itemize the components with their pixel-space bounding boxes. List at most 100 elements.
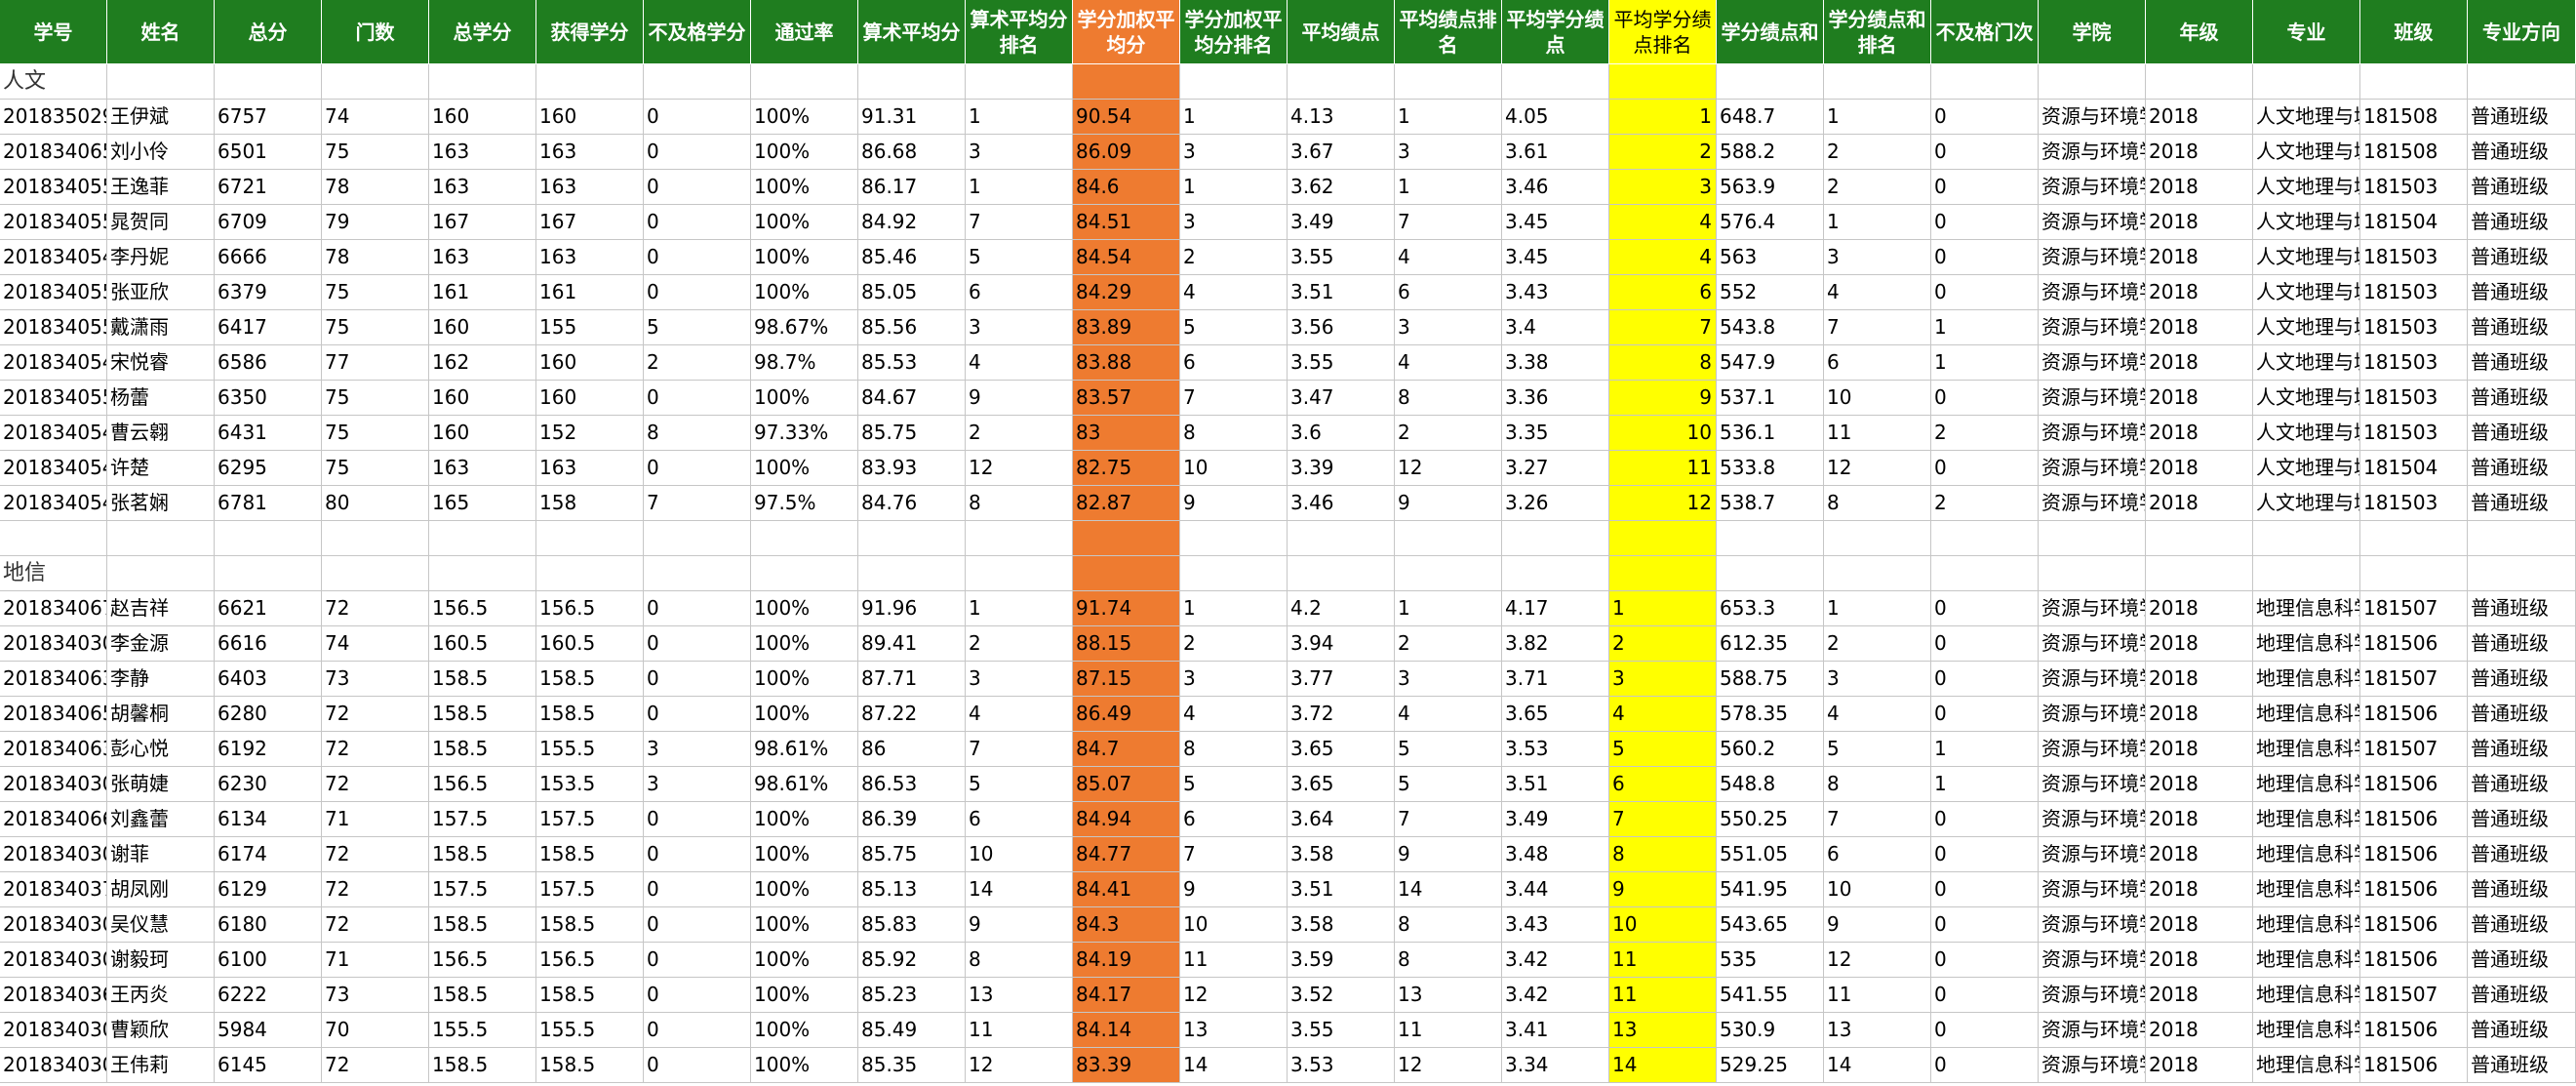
table-cell[interactable] (107, 521, 215, 556)
table-cell[interactable]: 3 (1180, 205, 1288, 240)
table-cell[interactable]: 201834030 (0, 1013, 107, 1048)
table-cell[interactable]: 100% (751, 240, 858, 275)
table-cell[interactable]: 普通班级 (2468, 135, 2576, 170)
table-cell[interactable]: 3.64 (1288, 802, 1395, 837)
table-cell[interactable] (1931, 521, 2039, 556)
table-cell[interactable]: 0 (644, 451, 751, 486)
table-cell[interactable]: 10 (966, 837, 1073, 872)
table-cell[interactable]: 1 (1180, 100, 1288, 135)
table-cell[interactable]: 11 (1824, 978, 1931, 1013)
table-cell[interactable]: 普通班级 (2468, 170, 2576, 205)
table-cell[interactable]: 2 (1824, 626, 1931, 662)
table-cell[interactable]: 83.93 (858, 451, 966, 486)
table-cell[interactable]: 0 (1931, 205, 2039, 240)
table-cell[interactable]: 4.17 (1502, 591, 1609, 626)
table-cell[interactable]: 3.34 (1502, 1048, 1609, 1083)
table-cell[interactable] (966, 556, 1073, 591)
table-cell[interactable]: 资源与环境学院 (2039, 275, 2146, 310)
table-cell[interactable]: 2 (1931, 416, 2039, 451)
table-cell[interactable]: 1 (1395, 170, 1502, 205)
table-cell[interactable]: 201834067 (0, 591, 107, 626)
table-cell[interactable]: 85.56 (858, 310, 966, 345)
table-cell[interactable]: 3.82 (1502, 626, 1609, 662)
table-cell[interactable]: 5 (1180, 310, 1288, 345)
table-cell[interactable]: 7 (1609, 802, 1717, 837)
table-cell[interactable]: 2 (1180, 626, 1288, 662)
table-cell[interactable]: 181503 (2360, 416, 2468, 451)
table-cell[interactable]: 胡馨桐 (107, 697, 215, 732)
table-cell[interactable]: 201835029 (0, 100, 107, 135)
table-cell[interactable]: 3.58 (1288, 907, 1395, 943)
table-cell[interactable]: 0 (1931, 240, 2039, 275)
table-cell[interactable]: 9 (1180, 486, 1288, 521)
table-cell[interactable] (2253, 556, 2360, 591)
column-header[interactable]: 不及格门次 (1931, 0, 2039, 64)
table-cell[interactable]: 100% (751, 662, 858, 697)
table-cell[interactable]: 3.46 (1288, 486, 1395, 521)
table-cell[interactable]: 王伟莉 (107, 1048, 215, 1083)
table-cell[interactable] (107, 556, 215, 591)
table-cell[interactable] (1717, 521, 1824, 556)
table-row[interactable]: 201834030 谢菲 6174 72 158.5 158.5 0 100% 85.75 10 8… (0, 837, 2576, 872)
table-cell[interactable]: 7 (1395, 802, 1502, 837)
table-cell[interactable]: 100% (751, 978, 858, 1013)
column-header[interactable]: 学分加权平均分 (1073, 0, 1180, 64)
table-cell[interactable]: 8 (966, 486, 1073, 521)
table-cell[interactable]: 160 (429, 100, 536, 135)
table-cell[interactable]: 6230 (215, 767, 322, 802)
table-cell[interactable]: 8 (1609, 837, 1717, 872)
table-cell[interactable]: 3.44 (1502, 872, 1609, 907)
table-cell[interactable]: 79 (322, 205, 429, 240)
table-cell[interactable]: 9 (1609, 381, 1717, 416)
table-cell[interactable]: 普通班级 (2468, 100, 2576, 135)
column-header[interactable]: 姓名 (107, 0, 215, 64)
table-cell[interactable]: 201834054 (0, 416, 107, 451)
table-cell[interactable]: 5 (1395, 732, 1502, 767)
table-cell[interactable]: 5 (1824, 732, 1931, 767)
table-cell[interactable] (107, 64, 215, 100)
table-cell[interactable]: 普通班级 (2468, 240, 2576, 275)
table-cell[interactable]: 1 (1395, 100, 1502, 135)
table-cell[interactable]: 165 (429, 486, 536, 521)
column-header[interactable]: 学号 (0, 0, 107, 64)
table-cell[interactable]: 人文地理与城乡规划 (2253, 310, 2360, 345)
column-header[interactable]: 班级 (2360, 0, 2468, 64)
table-cell[interactable]: 王伊斌 (107, 100, 215, 135)
table-cell[interactable] (1180, 521, 1288, 556)
table-cell[interactable]: 86.53 (858, 767, 966, 802)
table-cell[interactable]: 1 (1824, 205, 1931, 240)
table-cell[interactable]: 1 (1931, 345, 2039, 381)
table-cell[interactable]: 普通班级 (2468, 451, 2576, 486)
table-cell[interactable]: 1 (1180, 170, 1288, 205)
table-cell[interactable]: 普通班级 (2468, 907, 2576, 943)
table-cell[interactable]: 普通班级 (2468, 345, 2576, 381)
table-cell[interactable]: 90.54 (1073, 100, 1180, 135)
table-cell[interactable]: 85.07 (1073, 767, 1180, 802)
table-cell[interactable]: 100% (751, 591, 858, 626)
table-cell[interactable]: 563.9 (1717, 170, 1824, 205)
table-cell[interactable]: 3.56 (1288, 310, 1395, 345)
table-cell[interactable] (0, 521, 107, 556)
table-cell[interactable]: 8 (1395, 943, 1502, 978)
table-cell[interactable]: 6 (1609, 767, 1717, 802)
table-cell[interactable]: 84.17 (1073, 978, 1180, 1013)
table-cell[interactable]: 地理信息科学 (2253, 1048, 2360, 1083)
table-cell[interactable]: 0 (644, 697, 751, 732)
table-cell[interactable]: 3 (966, 662, 1073, 697)
table-cell[interactable]: 529.25 (1717, 1048, 1824, 1083)
table-cell[interactable]: 3.6 (1288, 416, 1395, 451)
table-cell[interactable]: 普通班级 (2468, 591, 2576, 626)
table-cell[interactable]: 6417 (215, 310, 322, 345)
table-cell[interactable]: 11 (1609, 943, 1717, 978)
table-cell[interactable]: 181507 (2360, 732, 2468, 767)
table-cell[interactable] (215, 64, 322, 100)
column-header[interactable]: 专业方向 (2468, 0, 2576, 64)
table-cell[interactable]: 156.5 (536, 591, 644, 626)
table-cell[interactable]: 537.1 (1717, 381, 1824, 416)
table-cell[interactable]: 181506 (2360, 626, 2468, 662)
table-cell[interactable]: 201834066 (0, 802, 107, 837)
table-cell[interactable]: 3.26 (1502, 486, 1609, 521)
table-cell[interactable]: 83.88 (1073, 345, 1180, 381)
table-cell[interactable]: 161 (429, 275, 536, 310)
table-cell[interactable] (751, 521, 858, 556)
